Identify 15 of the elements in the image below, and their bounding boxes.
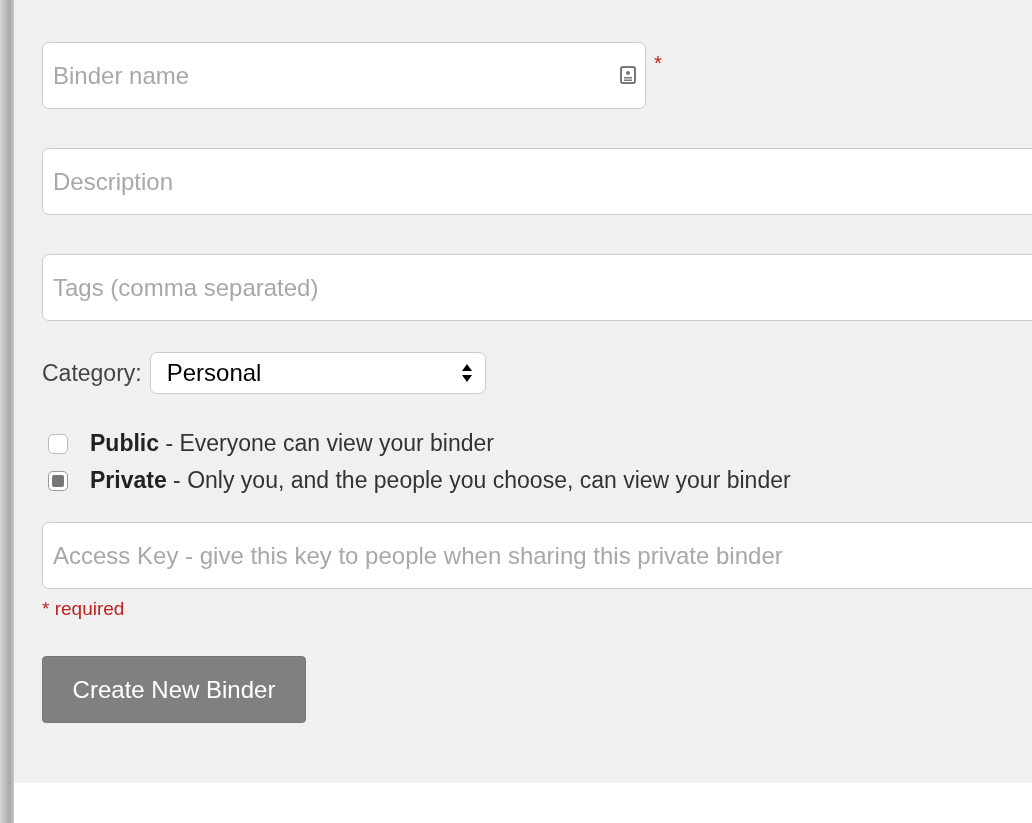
- description-field[interactable]: Description: [42, 148, 1032, 215]
- up-down-arrows-icon: [460, 363, 473, 383]
- option-label: Private - Only you, and the people you choose, can view your binder: [90, 467, 791, 494]
- required-asterisk: *: [654, 52, 662, 75]
- tags-field[interactable]: Tags (comma separated): [42, 254, 1032, 321]
- option-label: Public - Everyone can view your binder: [90, 430, 494, 457]
- contact-card-icon: [620, 66, 636, 84]
- create-binder-button[interactable]: Create New Binder: [42, 656, 306, 723]
- category-label: Category:: [42, 359, 142, 387]
- access-key-field[interactable]: Access Key - give this key to people when sharing this private binder: [42, 522, 1032, 589]
- binder-name-field[interactable]: Binder name: [42, 42, 646, 109]
- category-select[interactable]: Personal: [149, 352, 486, 394]
- visibility-radio[interactable]: [48, 433, 68, 454]
- visibility-radio[interactable]: [48, 470, 68, 491]
- required-note: * required: [42, 598, 126, 620]
